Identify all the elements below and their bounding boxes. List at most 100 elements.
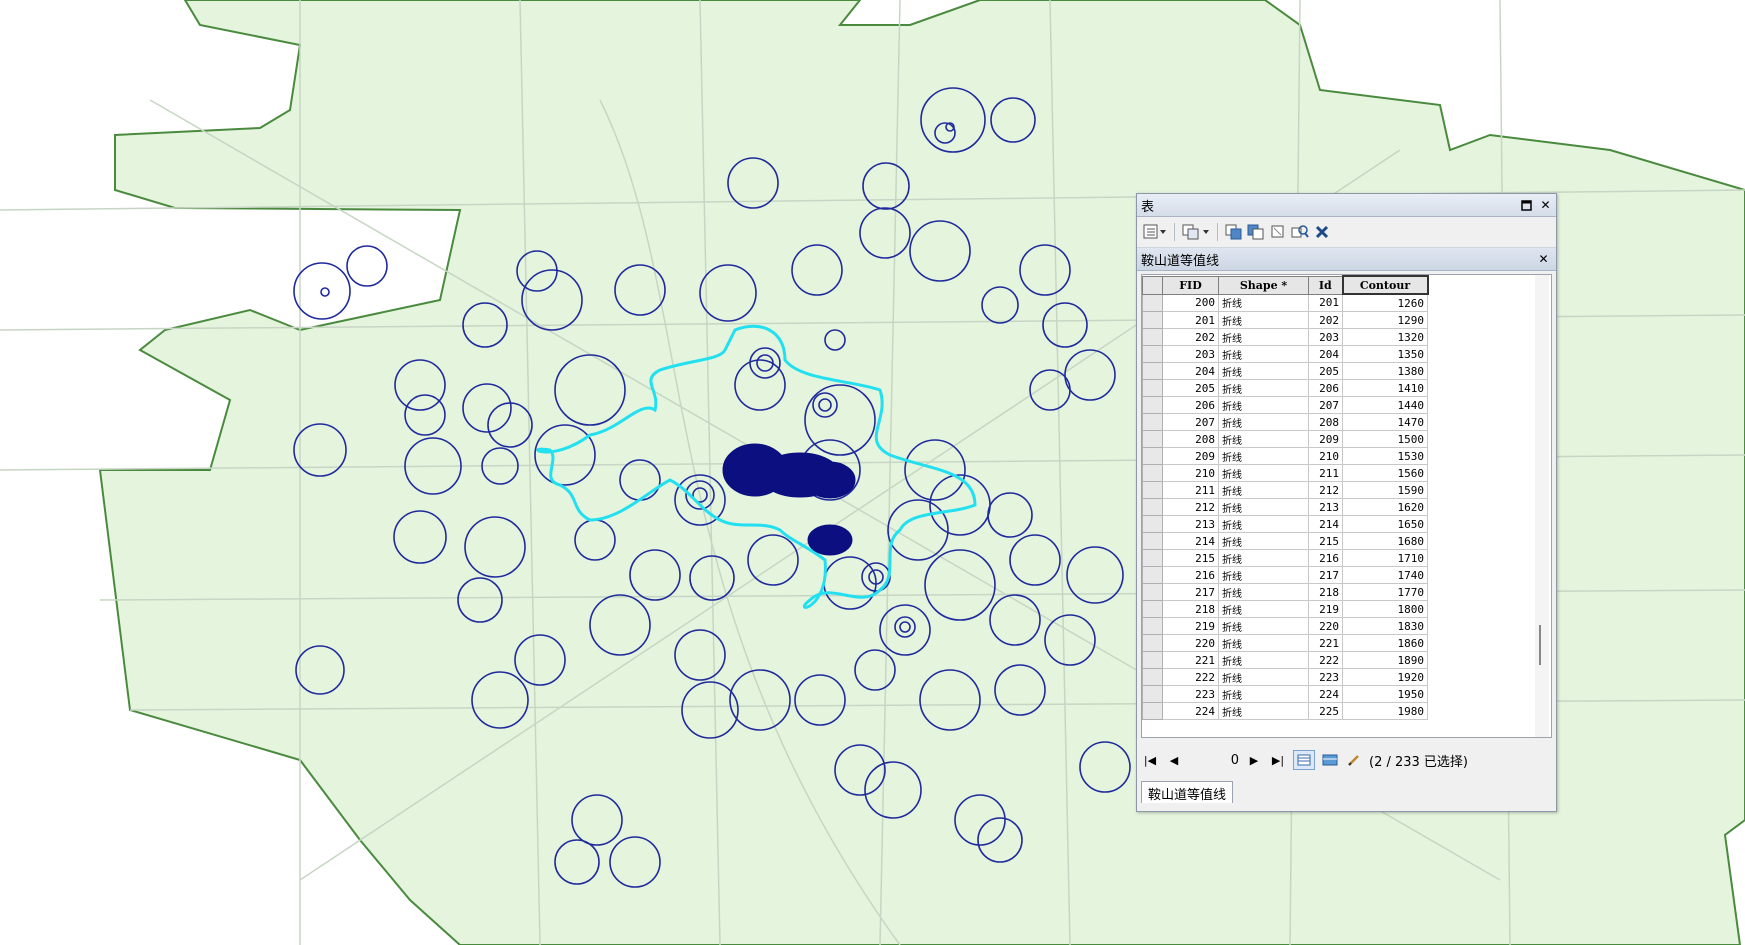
show-selected-records-icon[interactable] [1321, 751, 1339, 769]
close-icon[interactable]: ✕ [1539, 198, 1552, 212]
column-header-shape[interactable]: Shape * [1218, 275, 1309, 295]
related-tables-icon[interactable] [1182, 221, 1210, 243]
table-row[interactable]: 203 折线 204 1350 [1142, 345, 1428, 363]
column-header-fid[interactable]: FID [1162, 275, 1219, 295]
vertical-scrollbar[interactable] [1535, 275, 1549, 737]
table-row[interactable]: 216 折线 217 1740 [1142, 566, 1428, 584]
row-selector[interactable] [1142, 583, 1163, 601]
table-row[interactable]: 202 折线 203 1320 [1142, 328, 1428, 346]
clear-selection-icon[interactable] [1269, 221, 1287, 243]
cell-contour: 1980 [1342, 702, 1428, 720]
table-row[interactable]: 200 折线 201 1260 [1142, 293, 1428, 312]
maximize-icon[interactable] [1520, 199, 1533, 212]
row-selector[interactable] [1142, 702, 1163, 720]
table-row[interactable]: 219 折线 220 1830 [1142, 617, 1428, 635]
table-options-icon[interactable] [1143, 221, 1167, 243]
cell-contour: 1260 [1342, 293, 1428, 312]
table-row[interactable]: 215 折线 216 1710 [1142, 549, 1428, 567]
first-record-icon[interactable]: |◀ [1141, 751, 1159, 769]
table-row[interactable]: 224 折线 225 1980 [1142, 702, 1428, 720]
cell-fid: 222 [1162, 668, 1219, 686]
row-selector[interactable] [1142, 293, 1163, 312]
table-row[interactable]: 211 折线 212 1590 [1142, 481, 1428, 499]
zoom-to-selected-icon[interactable] [1291, 221, 1309, 243]
row-selector[interactable] [1142, 634, 1163, 652]
row-selector[interactable] [1142, 328, 1163, 346]
table-row[interactable]: 222 折线 223 1920 [1142, 668, 1428, 686]
table-row[interactable]: 212 折线 213 1620 [1142, 498, 1428, 516]
next-record-icon[interactable]: ▶ [1245, 751, 1263, 769]
window-title-bar[interactable]: 表 ✕ [1137, 194, 1556, 217]
table-row[interactable]: 214 折线 215 1680 [1142, 532, 1428, 550]
cell-contour: 1650 [1342, 515, 1428, 533]
cell-contour: 1950 [1342, 685, 1428, 703]
row-selector[interactable] [1142, 515, 1163, 533]
cell-id: 213 [1308, 498, 1343, 516]
table-row[interactable]: 207 折线 208 1470 [1142, 413, 1428, 431]
row-selector[interactable] [1142, 566, 1163, 584]
row-selector[interactable] [1142, 617, 1163, 635]
layer-title: 鞍山道等值线 [1141, 253, 1220, 269]
table-row[interactable]: 220 折线 221 1860 [1142, 634, 1428, 652]
cell-shape: 折线 [1218, 311, 1309, 329]
row-selector[interactable] [1142, 481, 1163, 499]
cell-id: 204 [1308, 345, 1343, 363]
table-row[interactable]: 201 折线 202 1290 [1142, 311, 1428, 329]
table-row[interactable]: 213 折线 214 1650 [1142, 515, 1428, 533]
cell-id: 218 [1308, 583, 1343, 601]
close-layer-icon[interactable]: ✕ [1537, 252, 1550, 266]
pencil-icon [1345, 751, 1363, 769]
row-selector[interactable] [1142, 532, 1163, 550]
row-selector[interactable] [1142, 651, 1163, 669]
table-row[interactable]: 209 折线 210 1530 [1142, 447, 1428, 465]
column-header-contour[interactable]: Contour [1341, 275, 1429, 295]
table-row[interactable]: 210 折线 211 1560 [1142, 464, 1428, 482]
cell-fid: 217 [1162, 583, 1219, 601]
cell-contour: 1350 [1342, 345, 1428, 363]
row-selector[interactable] [1142, 413, 1163, 431]
row-selector[interactable] [1142, 311, 1163, 329]
table-row[interactable]: 218 折线 219 1800 [1142, 600, 1428, 618]
current-record-input[interactable]: 0 [1189, 753, 1239, 768]
row-selector[interactable] [1142, 685, 1163, 703]
select-by-attributes-icon[interactable] [1225, 221, 1243, 243]
cell-fid: 204 [1162, 362, 1219, 380]
cell-shape: 折线 [1218, 328, 1309, 346]
row-selector-header[interactable] [1142, 275, 1163, 295]
table-body: 200 折线 201 1260 201 折线 202 1290 202 折线 203 1320 203 折… [1142, 293, 1428, 720]
cell-id: 220 [1308, 617, 1343, 635]
row-selector[interactable] [1142, 498, 1163, 516]
row-selector[interactable] [1142, 668, 1163, 686]
table-row[interactable]: 208 折线 209 1500 [1142, 430, 1428, 448]
last-record-icon[interactable]: ▶| [1269, 751, 1287, 769]
table-row[interactable]: 206 折线 207 1440 [1142, 396, 1428, 414]
row-selector[interactable] [1142, 362, 1163, 380]
row-selector[interactable] [1142, 447, 1163, 465]
row-selector[interactable] [1142, 549, 1163, 567]
show-all-records-icon[interactable] [1293, 750, 1315, 770]
table-row[interactable]: 221 折线 222 1890 [1142, 651, 1428, 669]
cell-id: 214 [1308, 515, 1343, 533]
cell-id: 221 [1308, 634, 1343, 652]
row-selector[interactable] [1142, 379, 1163, 397]
delete-selected-icon[interactable] [1313, 221, 1331, 243]
row-selector[interactable] [1142, 600, 1163, 618]
row-selector[interactable] [1142, 396, 1163, 414]
table-row[interactable]: 205 折线 206 1410 [1142, 379, 1428, 397]
row-selector[interactable] [1142, 464, 1163, 482]
column-header-id[interactable]: Id [1308, 275, 1343, 295]
attribute-table-window[interactable]: 表 ✕ 鞍山道等值线 ✕ FID Shape * Id Contour 200 … [1136, 193, 1557, 812]
table-row[interactable]: 204 折线 205 1380 [1142, 362, 1428, 380]
cell-fid: 218 [1162, 600, 1219, 618]
previous-record-icon[interactable]: ◀ [1165, 751, 1183, 769]
switch-selection-icon[interactable] [1247, 221, 1265, 243]
attribute-grid[interactable]: FID Shape * Id Contour 200 折线 201 1260 201 折线… [1141, 274, 1552, 738]
scrollbar-thumb[interactable] [1539, 625, 1541, 665]
cell-fid: 201 [1162, 311, 1219, 329]
table-row[interactable]: 223 折线 224 1950 [1142, 685, 1428, 703]
table-row[interactable]: 217 折线 218 1770 [1142, 583, 1428, 601]
cell-id: 222 [1308, 651, 1343, 669]
tab-layer[interactable]: 鞍山道等值线 [1141, 781, 1234, 803]
row-selector[interactable] [1142, 430, 1163, 448]
row-selector[interactable] [1142, 345, 1163, 363]
